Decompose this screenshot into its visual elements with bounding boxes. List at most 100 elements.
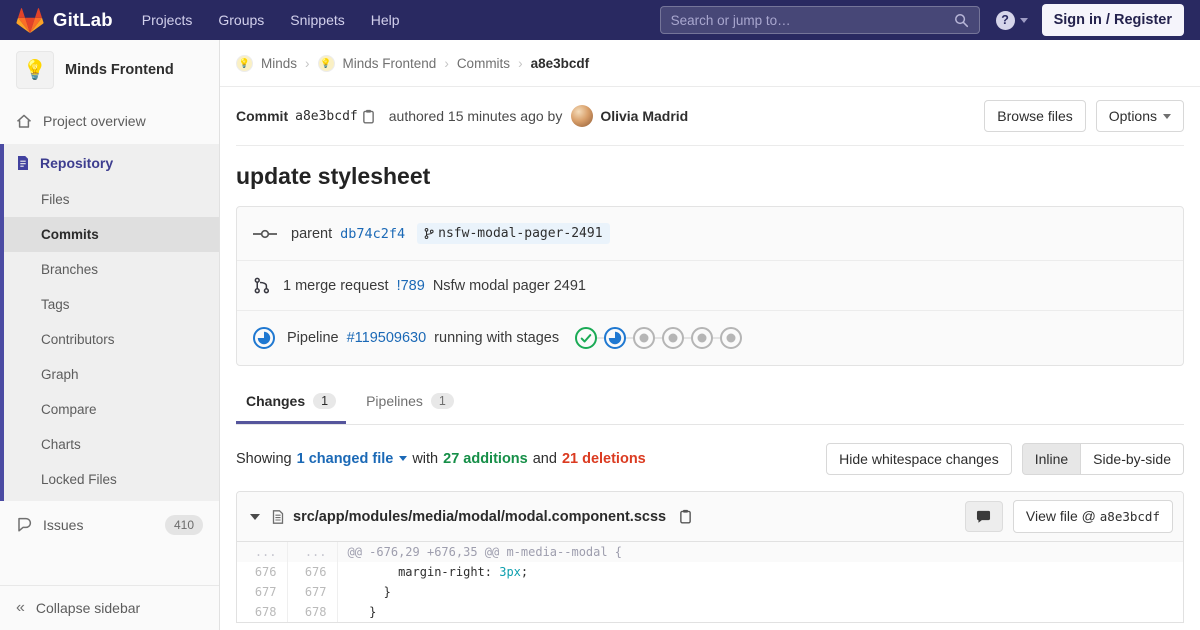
issues-count-badge: 410: [164, 515, 203, 535]
diff-table: ... ... @@ -676,29 +676,35 @@ m-media--m…: [237, 542, 1183, 622]
breadcrumb: 💡 Minds › 💡 Minds Frontend › Commits › a…: [220, 40, 1200, 87]
old-line-number[interactable]: 678: [237, 602, 288, 622]
nav-link-groups[interactable]: Groups: [205, 0, 277, 40]
collapse-file-icon[interactable]: [250, 513, 260, 520]
chevron-down-icon: [1019, 17, 1028, 23]
parent-sha-link[interactable]: db74c2f4: [340, 226, 405, 242]
breadcrumb-current-sha: a8e3bcdf: [530, 55, 590, 71]
merge-request-link[interactable]: !789: [397, 278, 425, 294]
collapse-sidebar-button[interactable]: « Collapse sidebar: [0, 585, 219, 630]
stage-created-icon[interactable]: [662, 327, 685, 349]
code-line: }: [337, 602, 1183, 622]
author-avatar[interactable]: [571, 105, 594, 127]
commit-actions: Browse files Options: [984, 100, 1184, 132]
sidebar-item-repository[interactable]: Repository: [4, 144, 219, 182]
browse-files-button[interactable]: Browse files: [984, 100, 1086, 132]
merge-request-text: 1 merge request: [283, 277, 389, 294]
collapse-icon: «: [16, 599, 25, 616]
tab-changes[interactable]: Changes 1: [236, 380, 347, 424]
sign-in-button[interactable]: Sign in / Register: [1041, 4, 1184, 36]
stage-running-icon[interactable]: [604, 327, 627, 349]
old-line-number: ...: [237, 542, 288, 562]
breadcrumb-project[interactable]: Minds Frontend: [343, 56, 437, 71]
search-icon: [954, 13, 968, 27]
code-text: }: [347, 605, 377, 619]
nav-link-snippets[interactable]: Snippets: [277, 0, 357, 40]
merge-request-title: Nsfw modal pager 2491: [432, 277, 586, 294]
caret-down-icon: [399, 455, 408, 461]
changes-count-badge: 1: [313, 393, 337, 409]
stage-connector: [597, 337, 605, 339]
new-line-number[interactable]: 677: [287, 582, 338, 602]
new-line-number[interactable]: 676: [287, 562, 338, 582]
top-navbar: GitLab Projects Groups Snippets Help ? S…: [0, 0, 1200, 40]
stage-created-icon[interactable]: [691, 327, 714, 349]
group-avatar: 💡: [236, 54, 253, 72]
file-icon: [272, 509, 284, 524]
sidebar-item-issues[interactable]: Issues 410: [0, 501, 219, 549]
commit-page: Commit a8e3bcdf authored 15 minutes ago …: [220, 87, 1200, 623]
diff-view-controls: Hide whitespace changes Inline Side-by-s…: [826, 443, 1184, 475]
breadcrumb-separator: ›: [305, 55, 310, 71]
help-menu[interactable]: ?: [995, 10, 1028, 30]
stage-created-icon[interactable]: [633, 327, 656, 349]
changed-files-dropdown[interactable]: 1 changed file: [297, 451, 408, 467]
side-by-side-view-button[interactable]: Side-by-side: [1081, 443, 1184, 475]
parent-label: parent: [291, 225, 333, 242]
commit-sha: a8e3bcdf: [295, 108, 358, 124]
options-dropdown-button[interactable]: Options: [1095, 100, 1184, 132]
new-line-number[interactable]: 678: [287, 602, 338, 622]
stage-connector: [626, 337, 634, 339]
diff-line-row: 677 677 }: [237, 582, 1183, 602]
sidebar-item-contributors[interactable]: Contributors: [4, 322, 219, 357]
document-icon: [18, 156, 28, 170]
sidebar-item-graph[interactable]: Graph: [4, 357, 219, 392]
diff-file-actions: View file @ a8e3bcdf: [964, 500, 1173, 533]
nav-link-help[interactable]: Help: [358, 0, 413, 40]
sidebar-item-commits[interactable]: Commits: [4, 217, 219, 252]
inline-view-button[interactable]: Inline: [1021, 443, 1082, 475]
pipeline-link[interactable]: #119509630: [347, 330, 427, 346]
copy-icon: [362, 109, 374, 124]
diff-file-path[interactable]: src/app/modules/media/modal/modal.compon…: [293, 509, 666, 525]
pipeline-status-icon[interactable]: [253, 327, 275, 349]
hide-whitespace-button[interactable]: Hide whitespace changes: [826, 443, 1012, 475]
sidebar-item-compare[interactable]: Compare: [4, 392, 219, 427]
sidebar-item-label: Issues: [43, 517, 84, 533]
stage-connector: [684, 337, 692, 339]
breadcrumb-group[interactable]: Minds: [261, 56, 297, 71]
stage-created-icon[interactable]: [720, 327, 743, 349]
search-box[interactable]: [659, 6, 980, 34]
sidebar-item-project-overview[interactable]: Project overview: [0, 102, 219, 140]
diff-line-row: 678 678 }: [237, 602, 1183, 622]
view-file-button[interactable]: View file @ a8e3bcdf: [1012, 500, 1173, 533]
pipeline-label: Pipeline: [287, 330, 339, 346]
branch-badge[interactable]: nsfw-modal-pager-2491: [417, 223, 610, 244]
hunk-header-text: @@ -676,29 +676,35 @@ m-media--modal {: [337, 542, 1183, 562]
sidebar-item-tags[interactable]: Tags: [4, 287, 219, 322]
old-line-number[interactable]: 676: [237, 562, 288, 582]
sidebar-item-charts[interactable]: Charts: [4, 427, 219, 462]
copy-sha-button[interactable]: [358, 109, 379, 124]
search-input[interactable]: [670, 12, 954, 28]
sidebar-item-locked-files[interactable]: Locked Files: [4, 462, 219, 497]
sidebar-project-header[interactable]: 💡 Minds Frontend: [0, 40, 219, 102]
breadcrumb-commits[interactable]: Commits: [457, 56, 510, 71]
copy-path-button[interactable]: [675, 509, 696, 524]
pipeline-row: Pipeline #119509630 running with stages: [237, 310, 1183, 365]
stage-success-icon[interactable]: [575, 327, 598, 349]
sidebar-item-branches[interactable]: Branches: [4, 252, 219, 287]
gitlab-brand[interactable]: GitLab: [16, 7, 113, 34]
sidebar-item-label: Project overview: [43, 113, 146, 129]
old-line-number[interactable]: 677: [237, 582, 288, 602]
author-name[interactable]: Olivia Madrid: [600, 108, 688, 124]
sidebar-item-files[interactable]: Files: [4, 182, 219, 217]
tab-pipelines[interactable]: Pipelines 1: [356, 380, 464, 424]
commit-meta-row: Commit a8e3bcdf authored 15 minutes ago …: [236, 87, 1184, 146]
toggle-comments-button[interactable]: [964, 501, 1003, 532]
nav-link-projects[interactable]: Projects: [129, 0, 206, 40]
commit-title: update stylesheet: [236, 163, 431, 189]
commit-info-box: parent db74c2f4 nsfw-modal-pager-2491 1 …: [236, 206, 1184, 366]
code-text: ;: [520, 565, 529, 579]
main-content: 💡 Minds › 💡 Minds Frontend › Commits › a…: [220, 40, 1200, 630]
